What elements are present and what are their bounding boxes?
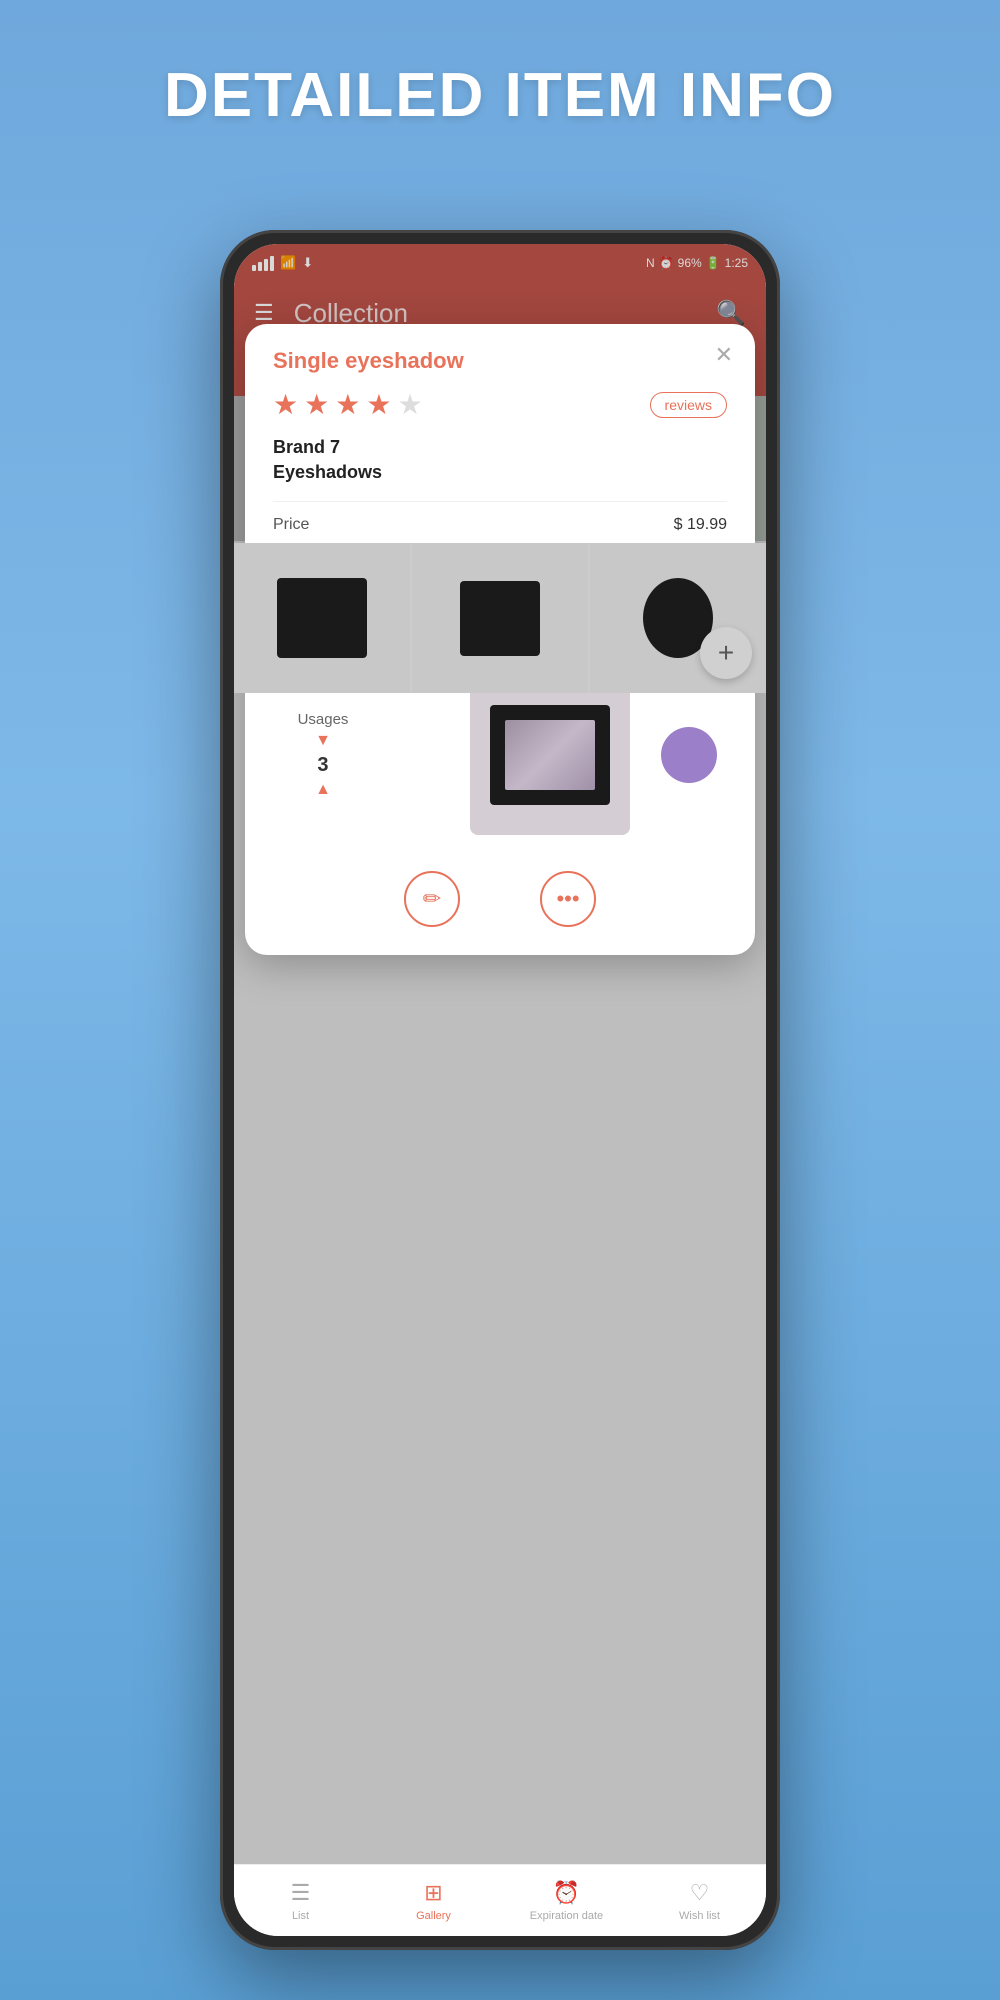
- wishlist-icon: ♡: [690, 1880, 710, 1906]
- stars-row: ★ ★ ★ ★ ★ reviews: [273, 388, 727, 421]
- bottom-grid-cell-3: +: [590, 543, 766, 693]
- usages-controls: Usages ▼ 3 ▲: [298, 711, 349, 799]
- fab-button[interactable]: +: [700, 627, 752, 679]
- phone-frame: 📶 ⬇ N ⏰ 96% 🔋 1:25 ☰ Collection 🔍: [220, 230, 780, 1950]
- reviews-badge[interactable]: reviews: [650, 392, 727, 418]
- usages-label: Usages: [298, 711, 349, 728]
- modal-actions: ✏ •••: [273, 865, 727, 927]
- star-5[interactable]: ★: [397, 388, 422, 421]
- phone-screen: 📶 ⬇ N ⏰ 96% 🔋 1:25 ☰ Collection 🔍: [234, 244, 766, 1936]
- nav-item-gallery[interactable]: ⊞ Gallery: [367, 1880, 500, 1922]
- usages-col: Usages ▼ 3 ▲: [273, 711, 373, 799]
- gallery-icon: ⊞: [424, 1880, 442, 1906]
- more-options-button[interactable]: •••: [540, 871, 596, 927]
- color-swatch-dot[interactable]: [661, 727, 717, 783]
- star-2[interactable]: ★: [304, 388, 329, 421]
- bottom-grid: +: [234, 543, 766, 693]
- modal-brand: Brand 7: [273, 437, 727, 458]
- modal-title: Single eyeshadow: [273, 348, 727, 374]
- product-image: [470, 675, 630, 835]
- star-3[interactable]: ★: [335, 388, 360, 421]
- nav-item-expiration[interactable]: ⏰ Expiration date: [500, 1880, 633, 1922]
- nav-list-label: List: [292, 1910, 309, 1922]
- price-label: Price: [273, 516, 674, 534]
- modal-close-button[interactable]: ✕: [715, 344, 733, 366]
- expiration-icon: ⏰: [553, 1880, 580, 1906]
- nav-expiration-label: Expiration date: [530, 1910, 603, 1922]
- price-row: Price $ 19.99: [273, 501, 727, 548]
- star-1[interactable]: ★: [273, 388, 298, 421]
- modal-category: Eyeshadows: [273, 462, 727, 483]
- screen-content: 📶 ⬇ N ⏰ 96% 🔋 1:25 ☰ Collection 🔍: [234, 244, 766, 1936]
- price-value: $ 19.99: [674, 516, 727, 534]
- star-4[interactable]: ★: [366, 388, 391, 421]
- nav-gallery-label: Gallery: [416, 1910, 451, 1922]
- edit-button[interactable]: ✏: [404, 871, 460, 927]
- page-title: DETAILED ITEM INFO: [0, 0, 1000, 131]
- bottom-grid-cell-2: [412, 543, 588, 693]
- nav-wishlist-label: Wish list: [679, 1910, 720, 1922]
- nav-item-list[interactable]: ☰ List: [234, 1880, 367, 1922]
- bottom-nav: ☰ List ⊞ Gallery ⏰ Expiration date ♡ Wis…: [234, 1864, 766, 1936]
- modal-overlay: ✕ Single eyeshadow ★ ★ ★ ★ ★ reviews Bra…: [234, 244, 766, 1936]
- usages-count: 3: [317, 754, 328, 777]
- nav-item-wishlist[interactable]: ♡ Wish list: [633, 1880, 766, 1922]
- product-image-area: [373, 675, 727, 835]
- bottom-grid-cell-1: [234, 543, 410, 693]
- chevron-up-icon[interactable]: ▲: [315, 781, 331, 799]
- chevron-down-icon[interactable]: ▼: [315, 732, 331, 750]
- list-icon: ☰: [291, 1880, 311, 1906]
